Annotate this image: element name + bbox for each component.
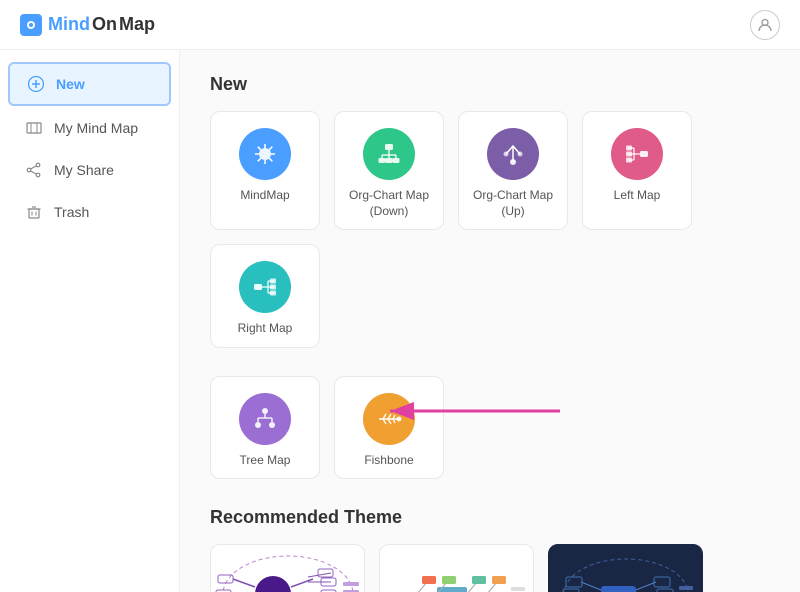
left-map-label: Left Map — [614, 188, 661, 204]
template-right-map[interactable]: Right Map — [210, 244, 320, 348]
main-layout: New My Mind Map My Share Trash New — [0, 50, 800, 592]
sidebar-item-my-share[interactable]: My Share — [8, 150, 171, 190]
left-map-icon — [611, 128, 663, 180]
map-icon — [24, 118, 44, 138]
right-map-icon — [239, 261, 291, 313]
sidebar-my-share-label: My Share — [54, 162, 114, 178]
fishbone-icon — [363, 393, 415, 445]
new-section: New — [210, 74, 770, 479]
logo-text-map: Map — [119, 14, 155, 35]
org-chart-down-label: Org-Chart Map (Down) — [345, 188, 433, 219]
recommended-title: Recommended Theme — [210, 507, 770, 528]
org-chart-up-icon — [487, 128, 539, 180]
new-section-title: New — [210, 74, 770, 95]
logo-icon — [20, 14, 42, 36]
mindmap-icon — [239, 128, 291, 180]
sidebar-item-my-mind-map[interactable]: My Mind Map — [8, 108, 171, 148]
theme-grid — [210, 544, 770, 592]
template-mindmap[interactable]: MindMap — [210, 111, 320, 230]
recommended-section: Recommended Theme — [210, 507, 770, 592]
tree-map-icon — [239, 393, 291, 445]
sidebar-item-trash[interactable]: Trash — [8, 192, 171, 232]
logo-text-on: On — [92, 14, 117, 35]
sidebar-item-new[interactable]: New — [8, 62, 171, 106]
mindmap-label: MindMap — [240, 188, 289, 204]
org-chart-up-label: Org-Chart Map (Up) — [469, 188, 557, 219]
logo: MindOnMap — [20, 14, 155, 36]
theme-card-1[interactable] — [210, 544, 365, 592]
user-avatar-icon[interactable] — [750, 10, 780, 40]
sidebar-my-mind-map-label: My Mind Map — [54, 120, 138, 136]
template-grid-row2-wrapper: Tree Map — [210, 376, 770, 480]
theme-card-3[interactable] — [548, 544, 703, 592]
template-tree-map[interactable]: Tree Map — [210, 376, 320, 480]
template-fishbone[interactable]: Fishbone — [334, 376, 444, 480]
template-left-map[interactable]: Left Map — [582, 111, 692, 230]
app-header: MindOnMap — [0, 0, 800, 50]
fishbone-label: Fishbone — [364, 453, 413, 469]
tree-map-label: Tree Map — [240, 453, 291, 469]
sidebar-new-label: New — [56, 76, 85, 92]
plus-icon — [26, 74, 46, 94]
org-chart-down-icon — [363, 128, 415, 180]
template-org-chart-up[interactable]: Org-Chart Map (Up) — [458, 111, 568, 230]
right-map-label: Right Map — [238, 321, 293, 337]
share-icon — [24, 160, 44, 180]
content-area: New — [180, 50, 800, 592]
sidebar-trash-label: Trash — [54, 204, 89, 220]
sidebar: New My Mind Map My Share Trash — [0, 50, 180, 592]
template-grid-row2: Tree Map — [210, 376, 770, 480]
logo-text-mind: Mind — [48, 14, 90, 35]
template-grid-row1: MindMap — [210, 111, 770, 348]
theme-card-2[interactable] — [379, 544, 534, 592]
template-org-chart-down[interactable]: Org-Chart Map (Down) — [334, 111, 444, 230]
trash-icon — [24, 202, 44, 222]
